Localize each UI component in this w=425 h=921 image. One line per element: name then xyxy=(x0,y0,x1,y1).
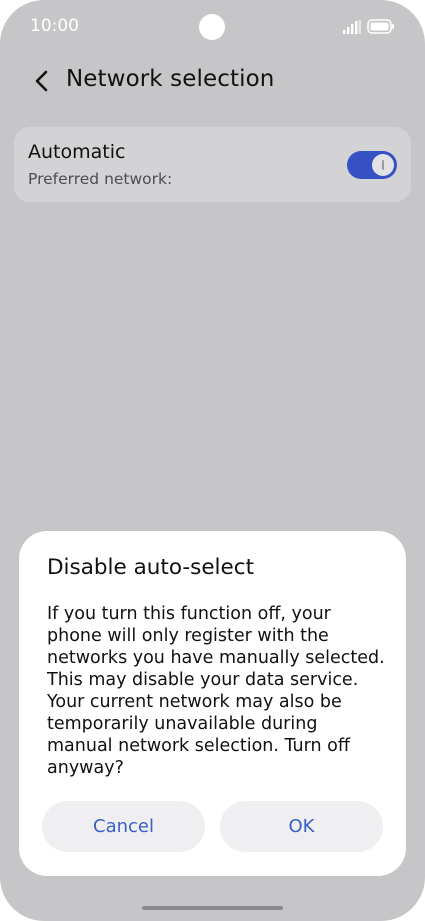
status-bar: 10:00 xyxy=(0,0,425,56)
automatic-toggle[interactable] xyxy=(347,151,397,179)
camera-cutout xyxy=(199,14,225,40)
toggle-knob xyxy=(372,154,394,176)
setting-title: Automatic xyxy=(28,141,126,163)
automatic-setting-row[interactable]: Automatic Preferred network: xyxy=(14,127,411,202)
setting-subtitle: Preferred network: xyxy=(28,170,173,188)
page-title: Network selection xyxy=(66,66,275,92)
dialog-title: Disable auto-select xyxy=(47,555,255,580)
app-header: Network selection xyxy=(0,56,425,106)
battery-icon xyxy=(367,19,394,34)
dialog-message: If you turn this function off, your phon… xyxy=(47,604,385,778)
ok-button[interactable]: OK xyxy=(220,801,383,852)
cancel-button[interactable]: Cancel xyxy=(42,801,205,852)
home-indicator[interactable] xyxy=(142,906,283,910)
signal-icon xyxy=(343,20,361,34)
chevron-left-icon[interactable] xyxy=(30,68,56,94)
phone-screen: 10:00 Network selection Automatic Prefer… xyxy=(0,0,425,921)
disable-auto-select-dialog: Disable auto-select If you turn this fun… xyxy=(19,531,406,876)
status-time: 10:00 xyxy=(30,16,79,36)
